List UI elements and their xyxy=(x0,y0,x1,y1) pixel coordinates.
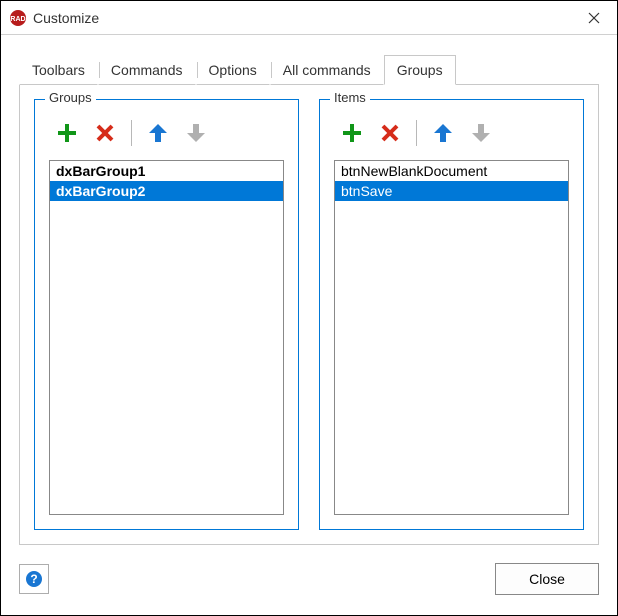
groups-add-button[interactable] xyxy=(55,121,79,145)
items-move-up-button[interactable] xyxy=(431,121,455,145)
app-icon: RAD xyxy=(9,9,27,27)
tab-options[interactable]: Options xyxy=(196,55,270,85)
items-groupbox-label: Items xyxy=(330,90,370,105)
help-button[interactable]: ? xyxy=(19,564,49,594)
list-item[interactable]: btnSave xyxy=(335,181,568,201)
groups-toolbar xyxy=(49,114,284,160)
close-button[interactable]: Close xyxy=(495,563,599,595)
items-groupbox: Items xyxy=(319,99,584,530)
help-icon: ? xyxy=(25,570,43,588)
svg-text:RAD: RAD xyxy=(10,16,25,23)
tab-toolbars[interactable]: Toolbars xyxy=(19,55,98,85)
items-listbox[interactable]: btnNewBlankDocumentbtnSave xyxy=(334,160,569,515)
x-icon xyxy=(95,123,115,143)
tab-commands[interactable]: Commands xyxy=(98,55,196,85)
arrow-down-icon xyxy=(185,122,207,144)
tab-all-commands[interactable]: All commands xyxy=(270,55,384,85)
dialog-footer: ? Close xyxy=(19,557,599,601)
tab-groups[interactable]: Groups xyxy=(384,55,456,85)
client-area: Toolbars Commands Options All commands G… xyxy=(1,35,617,615)
items-add-button[interactable] xyxy=(340,121,364,145)
close-icon xyxy=(588,12,600,24)
customize-dialog: RAD Customize Toolbars Commands Options … xyxy=(0,0,618,616)
list-item[interactable]: btnNewBlankDocument xyxy=(335,161,568,181)
window-title: Customize xyxy=(33,10,571,26)
groups-groupbox-label: Groups xyxy=(45,90,96,105)
plus-icon xyxy=(341,122,363,144)
groups-delete-button[interactable] xyxy=(93,121,117,145)
arrow-up-icon xyxy=(147,122,169,144)
items-toolbar xyxy=(334,114,569,160)
svg-text:?: ? xyxy=(30,572,37,586)
list-item[interactable]: dxBarGroup1 xyxy=(50,161,283,181)
x-icon xyxy=(380,123,400,143)
toolbar-separator xyxy=(131,120,132,146)
items-delete-button[interactable] xyxy=(378,121,402,145)
groups-move-down-button[interactable] xyxy=(184,121,208,145)
window-close-button[interactable] xyxy=(571,1,617,35)
arrow-up-icon xyxy=(432,122,454,144)
tab-strip: Toolbars Commands Options All commands G… xyxy=(19,55,599,85)
tabpage-groups: Groups xyxy=(19,85,599,545)
items-move-down-button[interactable] xyxy=(469,121,493,145)
groups-groupbox: Groups xyxy=(34,99,299,530)
titlebar: RAD Customize xyxy=(1,1,617,35)
list-item[interactable]: dxBarGroup2 xyxy=(50,181,283,201)
groups-listbox[interactable]: dxBarGroup1dxBarGroup2 xyxy=(49,160,284,515)
arrow-down-icon xyxy=(470,122,492,144)
groups-move-up-button[interactable] xyxy=(146,121,170,145)
toolbar-separator xyxy=(416,120,417,146)
plus-icon xyxy=(56,122,78,144)
